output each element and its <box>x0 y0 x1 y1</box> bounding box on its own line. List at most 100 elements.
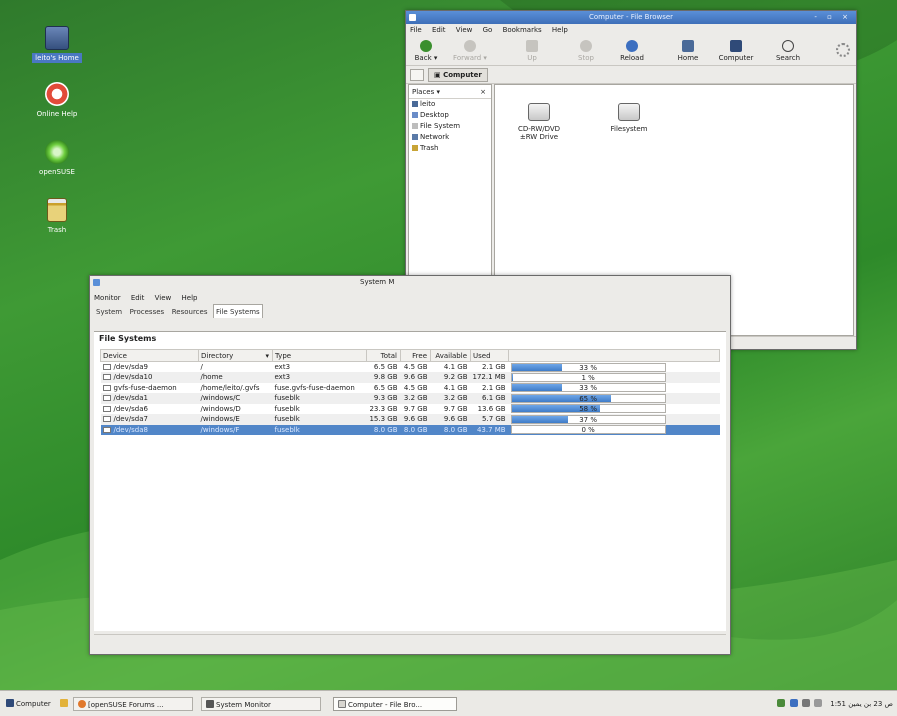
search-icon <box>782 40 794 52</box>
breadcrumb-computer[interactable]: ▣ Computer <box>428 68 488 82</box>
menu-help[interactable]: Help <box>552 26 568 34</box>
computer-button[interactable]: Computer <box>716 38 756 62</box>
up-button[interactable]: Up <box>512 38 552 62</box>
back-button[interactable]: Back ▾ <box>406 38 446 62</box>
cell-total: 15.3 GB <box>366 414 401 425</box>
trash-icon <box>412 145 418 151</box>
updater-tray-icon[interactable] <box>789 699 798 707</box>
window-menu-icon[interactable] <box>93 279 100 286</box>
menu-view[interactable]: View <box>155 294 172 302</box>
desktop-icon-help[interactable]: Online Help <box>22 82 92 119</box>
tab-resources[interactable]: Resources <box>170 305 210 319</box>
menu-go[interactable]: Go <box>483 26 493 34</box>
task-system-monitor[interactable]: System Monitor <box>201 697 321 711</box>
cell-type: fuseblk <box>272 393 367 404</box>
menu-edit[interactable]: Edit <box>432 26 446 34</box>
task-opensuse-forums[interactable]: [openSUSE Forums ... <box>73 697 193 711</box>
cell-used: 5.7 GB <box>470 414 509 425</box>
sidebar-item-desktop[interactable]: Desktop <box>409 110 491 121</box>
item-filesystem[interactable]: Filesystem <box>599 103 659 133</box>
reload-icon <box>626 40 638 52</box>
table-row[interactable]: /dev/sda7/windows/E fuseblk 15.3 GB 9.6 GB 9… <box>100 414 720 425</box>
cell-used: 13.6 GB <box>477 404 506 413</box>
menu-edit[interactable]: Edit <box>131 294 145 302</box>
desktop-icon-home[interactable]: leito's Home <box>22 26 92 63</box>
network-tray-icon[interactable] <box>777 699 786 707</box>
column-type[interactable]: Type <box>272 349 367 362</box>
keyboard-tray-icon[interactable] <box>814 699 823 707</box>
trash-icon <box>47 198 67 222</box>
clock[interactable]: 1:51 ص 23 بن يمين <box>830 700 893 708</box>
cell-device: /dev/sda1 <box>100 393 199 404</box>
table-row[interactable]: /dev/sda1/windows/C fuseblk 9.3 GB 3.2 GB 3.… <box>100 393 720 404</box>
stop-button[interactable]: Stop <box>566 38 606 62</box>
usage-percent-label: 1 % <box>581 373 595 382</box>
table-row[interactable]: /dev/sda8/windows/F fuseblk 8.0 GB 8.0 GB 8.… <box>100 424 720 435</box>
back-arrow-icon <box>420 40 432 52</box>
cell-type: ext3 <box>274 363 291 371</box>
item-optical-drive[interactable]: CD-RW/DVD ±RW Drive <box>509 103 569 141</box>
menu-monitor[interactable]: Monitor <box>94 294 121 302</box>
cell-usage: 65 % <box>508 393 720 404</box>
computer-menu-button[interactable]: Computer <box>2 697 55 711</box>
column-usage[interactable] <box>508 349 720 362</box>
tab-file-systems[interactable]: File Systems <box>213 304 263 318</box>
usage-percent-label: 0 % <box>581 426 595 435</box>
sidebar-item-leito[interactable]: leito <box>409 99 491 110</box>
home-icon <box>412 101 418 107</box>
table-row[interactable]: /dev/sda6/windows/D fuseblk 23.3 GB 9.7 GB 9… <box>101 404 720 415</box>
tab-bar: System Processes Resources File Systems <box>90 304 730 318</box>
task-file-browser[interactable]: Computer - File Bro... <box>333 697 457 711</box>
desktop-icon-opensuse[interactable]: openSUSE <box>22 140 92 177</box>
search-button[interactable]: Search <box>768 38 808 62</box>
usage-percent-label: 37 % <box>579 415 597 424</box>
usage-bar: 0 % <box>510 425 666 435</box>
window-controls[interactable]: - ▫ × <box>814 11 852 24</box>
menu-help[interactable]: Help <box>182 294 198 302</box>
help-lifebuoy-icon <box>45 82 69 106</box>
column-device[interactable]: Device <box>100 349 199 362</box>
cell-total: 9.8 GB <box>366 372 401 383</box>
drive-small-icon <box>102 405 111 412</box>
forward-button[interactable]: Forward ▾ <box>450 38 490 62</box>
desktop-icon-trash[interactable]: Trash <box>22 198 92 235</box>
system-monitor-titlebar[interactable]: System M <box>90 276 730 289</box>
column-free[interactable]: Free <box>400 349 431 362</box>
menu-view[interactable]: View <box>456 26 473 34</box>
sidebar-item-file-system[interactable]: File System <box>409 121 491 132</box>
cell-available: 4.1 GB <box>443 363 468 371</box>
sidebar-item-network[interactable]: Network <box>409 132 491 143</box>
menu-file[interactable]: File <box>410 26 422 34</box>
window-menu-icon[interactable] <box>409 14 416 21</box>
tab-system[interactable]: System <box>94 305 124 319</box>
column-directory[interactable]: Directory ▾ <box>198 349 273 362</box>
volume-tray-icon[interactable] <box>801 699 810 707</box>
window-bottom-bar <box>94 634 726 650</box>
cell-type: fuseblk <box>274 404 300 413</box>
reload-button[interactable]: Reload <box>612 38 652 62</box>
cell-usage: 1 % <box>508 372 720 383</box>
home-button[interactable]: Home <box>668 38 708 62</box>
cell-total: 9.3 GB <box>366 393 401 404</box>
table-row[interactable]: /dev/sda9/ ext3 6.5 GB 4.5 GB 4.1 GB 2.1 GB 33… <box>101 362 720 373</box>
tab-processes[interactable]: Processes <box>128 305 167 319</box>
table-row[interactable]: gvfs-fuse-daemon/home/leito/.gvfs fuse.gv… <box>101 383 720 394</box>
location-toggle-button[interactable] <box>410 69 424 81</box>
column-used[interactable]: Used <box>469 349 510 362</box>
computer-icon <box>730 40 742 52</box>
sidebar-header[interactable]: Places ▾ × <box>409 85 491 99</box>
column-available[interactable]: Available <box>430 349 471 362</box>
toolbar: Back ▾ Forward ▾ Up Stop Reload Home Com… <box>406 36 856 66</box>
system-tray: 1:51 ص 23 بن يمين <box>777 697 893 711</box>
cell-used: 6.1 GB <box>470 393 509 404</box>
table-row[interactable]: /dev/sda10/home ext3 9.8 GB 9.6 GB 9.2 GB 172… <box>100 372 720 383</box>
sidebar-item-trash[interactable]: Trash <box>409 143 491 154</box>
computer-small-icon: ▣ <box>434 71 444 79</box>
sidebar-close-button[interactable]: × <box>480 85 486 99</box>
usage-bar: 33 % <box>510 383 666 393</box>
usage-percent-label: 65 % <box>579 394 597 403</box>
menu-bookmarks[interactable]: Bookmarks <box>503 26 542 34</box>
show-desktop-button[interactable] <box>56 697 74 711</box>
file-browser-titlebar[interactable]: Computer - File Browser - ▫ × <box>406 11 856 24</box>
column-total[interactable]: Total <box>366 349 401 362</box>
